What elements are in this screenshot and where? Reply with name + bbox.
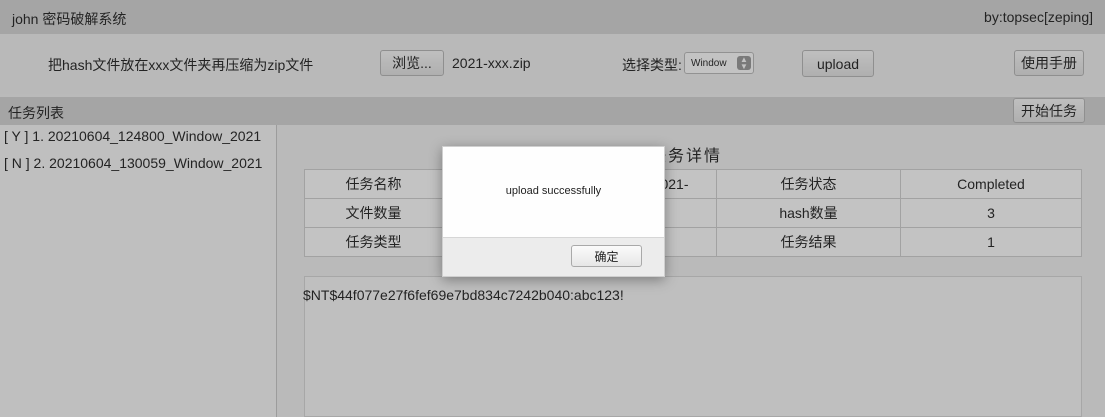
dialog-footer: 确定 [443, 237, 664, 276]
ok-button[interactable]: 确定 [571, 245, 642, 267]
alert-dialog: upload successfully 确定 [442, 146, 665, 277]
dialog-message: upload successfully [505, 185, 602, 197]
